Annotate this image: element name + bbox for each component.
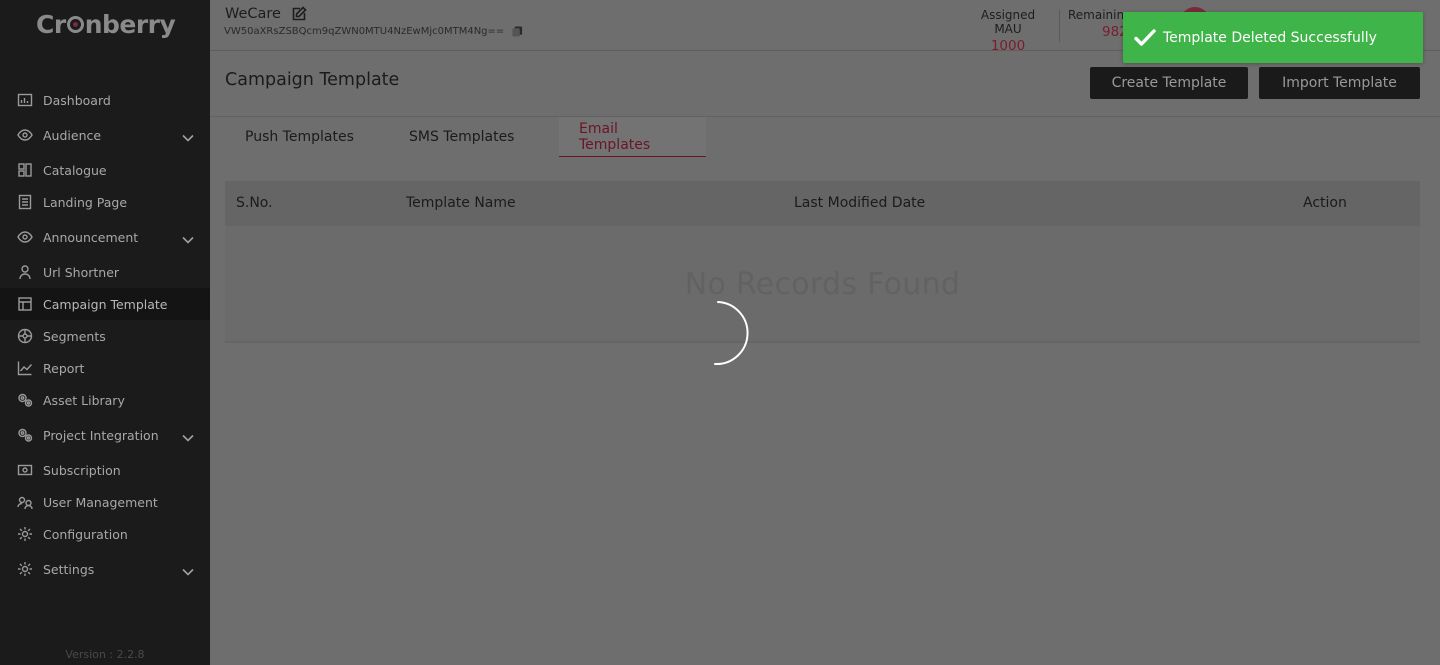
empty-state-text: No Records Found	[684, 267, 961, 302]
templates-table: S.No. Template Name Last Modified Date A…	[225, 181, 1420, 343]
main-content: WeCare VW50aXRsZSBQcm9qZWN0MTU4NzEwMjc0M…	[210, 0, 1440, 665]
app-name: WeCare	[225, 6, 307, 22]
sidebar-item-segments[interactable]: Segments	[0, 320, 210, 352]
sidebar-item-label: Campaign Template	[43, 296, 168, 312]
sidebar-item-label: Audience	[43, 127, 102, 143]
mau-divider	[1059, 10, 1060, 42]
eye-icon	[16, 229, 34, 245]
gears-icon	[16, 427, 34, 443]
sidebar-item-catalogue[interactable]: Catalogue	[0, 154, 210, 186]
sidebar-item-settings[interactable]: Settings	[0, 550, 210, 588]
sidebar-item-landing-page[interactable]: Landing Page	[0, 186, 210, 218]
sidebar-item-label: Announcement	[43, 229, 139, 245]
spinner-arc	[714, 301, 749, 366]
person-icon	[16, 264, 34, 280]
segments-icon	[16, 328, 34, 344]
sidebar-item-url-shortner[interactable]: Url Shortner	[0, 256, 210, 288]
edit-icon[interactable]	[291, 6, 307, 22]
app-key-text: VW50aXRsZSBQcm9qZWN0MTU4NzEwMjc0MTM4Ng==	[224, 26, 505, 37]
report-icon	[16, 360, 34, 376]
gears-icon	[16, 392, 34, 408]
eye-icon	[16, 127, 34, 143]
subscription-icon	[16, 462, 34, 478]
dashboard-icon	[16, 92, 34, 108]
sidebar-item-report[interactable]: Report	[0, 352, 210, 384]
import-template-button[interactable]: Import Template	[1259, 67, 1420, 99]
copy-icon[interactable]	[512, 26, 523, 37]
sidebar-item-label: User Management	[43, 494, 158, 510]
sidebar-item-label: Catalogue	[43, 162, 107, 178]
page-title: Campaign Template	[225, 70, 400, 90]
loading-spinner-icon	[714, 301, 749, 366]
sidebar-item-configuration[interactable]: Configuration	[0, 518, 210, 550]
table-header: S.No. Template Name Last Modified Date A…	[225, 181, 1420, 226]
assigned-mau: Assigned MAU 1000	[966, 8, 1050, 54]
sidebar-item-user-management[interactable]: User Management	[0, 486, 210, 518]
chevron-down-icon[interactable]	[182, 430, 194, 442]
app-key: VW50aXRsZSBQcm9qZWN0MTU4NzEwMjc0MTM4Ng==	[224, 26, 523, 37]
column-header-template-name[interactable]: Template Name	[406, 195, 516, 211]
sidebar-item-audience[interactable]: Audience	[0, 116, 210, 154]
sidebar-item-label: Landing Page	[43, 194, 128, 210]
create-template-button[interactable]: Create Template	[1090, 67, 1248, 99]
template-icon	[16, 296, 34, 312]
column-header-last-modified[interactable]: Last Modified Date	[794, 195, 925, 211]
column-header-action: Action	[1303, 195, 1347, 211]
sidebar-item-label: Settings	[43, 561, 95, 577]
toast-message: Template Deleted Successfully	[1163, 29, 1377, 46]
tab-email-templates[interactable]: Email Templates	[559, 117, 706, 157]
sidebar-item-subscription[interactable]: Subscription	[0, 454, 210, 486]
sidebar-item-campaign-template[interactable]: Campaign Template	[0, 288, 210, 320]
catalogue-icon	[16, 162, 34, 178]
sidebar-nav: Dashboard Audience Catalogue Landing Pag…	[0, 84, 210, 588]
column-header-sno: S.No.	[236, 195, 273, 211]
sidebar-item-label: Dashboard	[43, 92, 111, 108]
tab-push-templates[interactable]: Push Templates	[225, 117, 375, 157]
sidebar-item-project-integration[interactable]: Project Integration	[0, 416, 210, 454]
success-toast[interactable]: Template Deleted Successfully	[1123, 12, 1423, 63]
sidebar-item-label: Subscription	[43, 462, 121, 478]
chevron-down-icon[interactable]	[182, 564, 194, 576]
sidebar-item-dashboard[interactable]: Dashboard	[0, 84, 210, 116]
sidebar-item-label: Project Integration	[43, 427, 159, 443]
sidebar-item-label: Segments	[43, 328, 106, 344]
app-name-text: WeCare	[225, 6, 281, 22]
sidebar-item-label: Url Shortner	[43, 264, 120, 280]
sidebar-item-label: Configuration	[43, 526, 128, 542]
version-label: Version : 2.2.8	[65, 648, 145, 661]
sidebar-item-label: Report	[43, 360, 85, 376]
template-tabs: Push Templates SMS Templates Email Templ…	[225, 117, 706, 157]
chevron-down-icon[interactable]	[182, 130, 194, 142]
gear-icon	[16, 526, 34, 542]
chevron-down-icon[interactable]	[182, 232, 194, 244]
sidebar-item-asset-library[interactable]: Asset Library	[0, 384, 210, 416]
brand-logo[interactable]: Cr nberry	[36, 10, 176, 39]
landing-page-icon	[16, 194, 34, 210]
sidebar: Cr nberry Dashboard Audience Catalogue La…	[0, 0, 210, 665]
logo-o-mark	[66, 16, 84, 33]
sidebar-item-label: Asset Library	[43, 392, 125, 408]
tab-sms-templates[interactable]: SMS Templates	[375, 117, 559, 157]
checkmark-icon	[1134, 28, 1156, 46]
gear-icon	[16, 561, 34, 577]
assigned-mau-label: Assigned MAU	[980, 8, 1036, 36]
users-icon	[16, 494, 34, 510]
sidebar-item-announcement[interactable]: Announcement	[0, 218, 210, 256]
